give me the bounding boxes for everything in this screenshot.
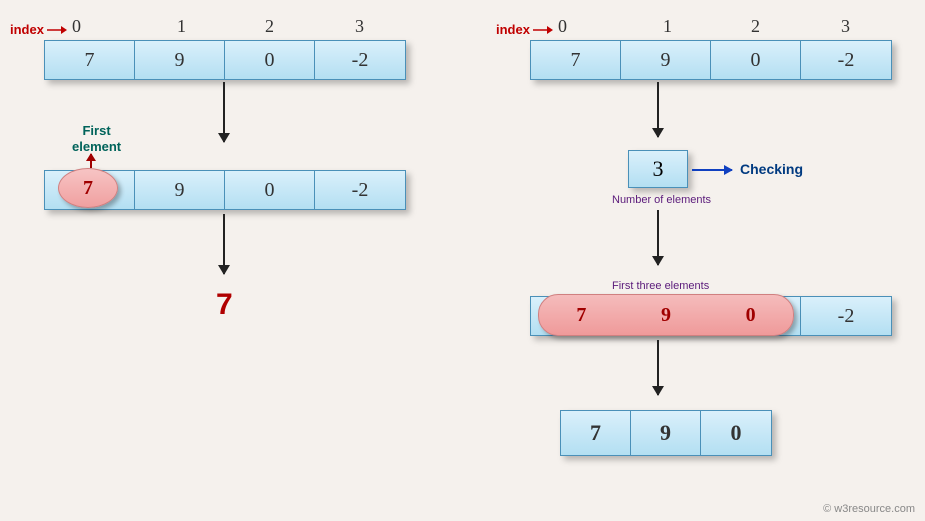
- arrow-down-1: [223, 82, 225, 142]
- index-arrow-right: [533, 26, 553, 34]
- pill-val-1: 9: [661, 304, 671, 327]
- cell: 9: [621, 41, 711, 79]
- arrow-down-r1: [657, 82, 659, 137]
- num-elements-label: Number of elements: [612, 194, 711, 206]
- index-label-right: index: [496, 22, 530, 37]
- check-box: 3: [628, 150, 688, 188]
- result-left: 7: [216, 288, 233, 322]
- cell: 9: [135, 41, 225, 79]
- index-1-right: 1: [663, 16, 672, 37]
- index-0-left: 0: [72, 16, 81, 37]
- cell: 7: [531, 41, 621, 79]
- checking-arrow: [692, 169, 732, 171]
- cell: 0: [225, 171, 315, 209]
- index-1-left: 1: [177, 16, 186, 37]
- cell: 9: [135, 171, 225, 209]
- index-2-right: 2: [751, 16, 760, 37]
- index-arrow-left: [47, 26, 67, 34]
- arrow-down-r3: [657, 340, 659, 395]
- first-element-label: First element: [72, 123, 121, 154]
- index-0-right: 0: [558, 16, 567, 37]
- pill-val-0: 7: [576, 304, 586, 327]
- cell: 0: [701, 411, 771, 455]
- array-left-top: 7 9 0 -2: [44, 40, 406, 80]
- pill-highlight: 7 9 0: [538, 294, 794, 336]
- array-right-top: 7 9 0 -2: [530, 40, 892, 80]
- cell: 7: [561, 411, 631, 455]
- cell: -2: [315, 171, 405, 209]
- cell: -2: [315, 41, 405, 79]
- first-element-arrow: [90, 154, 92, 168]
- checking-label: Checking: [740, 161, 803, 177]
- arrow-down-r2: [657, 210, 659, 265]
- cell: 7: [45, 41, 135, 79]
- arrow-down-2: [223, 214, 225, 274]
- cell: 9: [631, 411, 701, 455]
- first-three-label: First three elements: [612, 280, 709, 292]
- index-label-left: index: [10, 22, 44, 37]
- index-3-right: 3: [841, 16, 850, 37]
- cell: -2: [801, 41, 891, 79]
- ellipse-highlight: 7: [58, 168, 118, 208]
- index-2-left: 2: [265, 16, 274, 37]
- cell: 0: [711, 41, 801, 79]
- footer-credit: © w3resource.com: [823, 503, 915, 515]
- array-right-result: 7 9 0: [560, 410, 772, 456]
- cell: -2: [801, 297, 891, 335]
- index-3-left: 3: [355, 16, 364, 37]
- cell: 0: [225, 41, 315, 79]
- pill-val-2: 0: [746, 304, 756, 327]
